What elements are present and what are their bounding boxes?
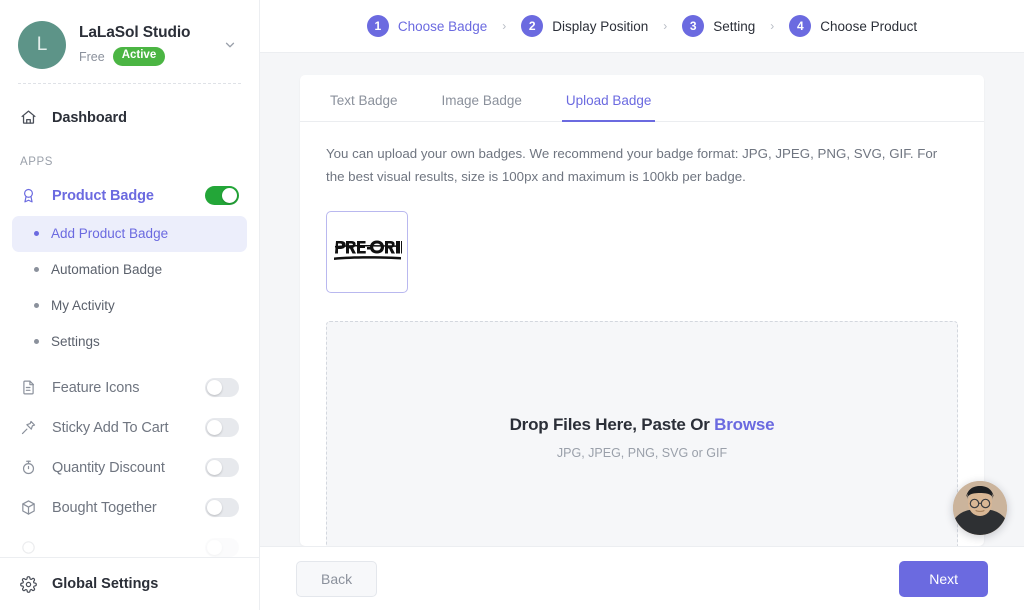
store-name: LaLaSol Studio	[79, 24, 191, 42]
home-icon	[20, 109, 46, 126]
step-separator-icon: ›	[502, 19, 507, 33]
bullet-icon	[34, 339, 39, 345]
step-label: Choose Product	[820, 18, 918, 34]
card-body: You can upload your own badges. We recom…	[300, 122, 984, 546]
dropzone-title-main: Drop Files Here, Paste Or	[509, 415, 710, 435]
sidebar-item-label: Sticky Add To Cart	[52, 419, 169, 436]
hidden-app-toggle[interactable]	[205, 538, 239, 558]
sidebar-nav: Dashboard APPS Product Badge Add Product…	[0, 84, 259, 558]
dropzone-subtitle: JPG, JPEG, PNG, SVG or GIF	[556, 446, 728, 461]
step-separator-icon: ›	[770, 19, 775, 33]
badge-tabs: Text Badge Image Badge Upload Badge	[300, 75, 984, 122]
sidebar-subitem-label: Settings	[51, 334, 100, 350]
sidebar-subitem-label: Automation Badge	[51, 262, 163, 278]
sidebar-item-label: Product Badge	[52, 187, 154, 204]
app-root: L LaLaSol Studio Free Active Dashboard A…	[0, 0, 1024, 610]
gear-icon	[20, 575, 46, 593]
document-icon	[20, 379, 46, 396]
step-number: 4	[789, 15, 812, 37]
badge-card: Text Badge Image Badge Upload Badge You …	[300, 75, 984, 546]
pin-icon	[20, 419, 46, 436]
app-icon	[20, 539, 46, 556]
tab-text-badge[interactable]: Text Badge	[326, 93, 402, 122]
badge-thumbnail-pre-order[interactable]	[326, 210, 408, 293]
store-meta: LaLaSol Studio Free Active	[79, 24, 219, 67]
sidebar-item-feature-icons[interactable]: Feature Icons	[12, 368, 247, 408]
sidebar-item-add-product-badge[interactable]: Add Product Badge	[12, 215, 247, 252]
sidebar-item-quantity-discount[interactable]: Quantity Discount	[12, 448, 247, 488]
sidebar-item-product-badge[interactable]: Product Badge	[12, 176, 247, 216]
store-plan-row: Free Active	[79, 47, 219, 67]
dropzone-title: Drop Files Here, Paste Or Browse	[510, 415, 775, 435]
sidebar-item-label	[52, 540, 205, 556]
content-area: Text Badge Image Badge Upload Badge You …	[260, 53, 1024, 546]
step-setting[interactable]: 3 Setting	[682, 15, 755, 37]
sidebar-item-dashboard[interactable]: Dashboard	[12, 98, 247, 138]
stopwatch-icon	[20, 459, 46, 476]
badge-award-icon	[20, 187, 46, 204]
sidebar-item-automation-badge[interactable]: Automation Badge	[12, 252, 247, 288]
bullet-icon	[34, 231, 39, 237]
store-avatar: L	[18, 21, 66, 70]
sidebar-section-apps: APPS	[20, 155, 54, 168]
plan-label: Free	[79, 49, 105, 64]
sidebar-item-label: Feature Icons	[52, 379, 140, 396]
sidebar-item-sticky-add-to-cart[interactable]: Sticky Add To Cart	[12, 408, 247, 448]
sidebar-item-my-activity[interactable]: My Activity	[12, 288, 247, 324]
steps-list: 1 Choose Badge › 2 Display Position › 3 …	[366, 15, 917, 37]
wizard-stepper: 1 Choose Badge › 2 Display Position › 3 …	[260, 0, 1024, 53]
step-choose-product[interactable]: 4 Choose Product	[789, 15, 917, 37]
step-label: Setting	[713, 18, 756, 34]
sidebar-item-bought-together[interactable]: Bought Together	[12, 488, 247, 528]
sticky-add-to-cart-toggle[interactable]	[205, 418, 239, 438]
support-agent-avatar-icon	[953, 481, 1007, 535]
tab-image-badge[interactable]: Image Badge	[438, 93, 526, 122]
step-choose-badge[interactable]: 1 Choose Badge	[366, 15, 488, 37]
step-label: Display Position	[552, 18, 649, 34]
step-number: 3	[682, 15, 705, 37]
sidebar: L LaLaSol Studio Free Active Dashboard A…	[0, 0, 260, 610]
file-dropzone[interactable]: Drop Files Here, Paste Or Browse JPG, JP…	[326, 320, 958, 546]
sidebar-item-label: Dashboard	[52, 109, 127, 126]
product-badge-toggle[interactable]	[205, 186, 239, 206]
sidebar-subitem-label: Add Product Badge	[51, 226, 169, 242]
bought-together-toggle[interactable]	[205, 498, 239, 518]
wizard-footer: Back Next	[260, 546, 1024, 610]
tab-upload-badge[interactable]: Upload Badge	[561, 93, 656, 122]
pre-order-badge-art	[334, 240, 402, 260]
sidebar-subitem-label: My Activity	[51, 298, 115, 314]
sidebar-item-label: Quantity Discount	[52, 459, 165, 476]
step-display-position[interactable]: 2 Display Position	[521, 15, 648, 37]
step-number: 1	[366, 15, 389, 37]
bullet-icon	[34, 267, 39, 273]
quantity-discount-toggle[interactable]	[205, 458, 239, 478]
main-content: 1 Choose Badge › 2 Display Position › 3 …	[260, 0, 1024, 610]
bullet-icon	[34, 303, 39, 309]
sidebar-item-partially-hidden[interactable]	[12, 528, 247, 558]
browse-link[interactable]: Browse	[714, 415, 774, 434]
step-separator-icon: ›	[663, 19, 668, 33]
badge-list	[326, 210, 958, 293]
package-icon	[20, 499, 46, 516]
step-number: 2	[521, 15, 544, 37]
chevron-down-icon[interactable]	[219, 38, 241, 52]
store-switcher[interactable]: L LaLaSol Studio Free Active	[0, 0, 259, 75]
sidebar-item-global-settings[interactable]: Global Settings	[0, 557, 259, 610]
status-badge: Active	[112, 47, 166, 67]
sidebar-footer-label: Global Settings	[52, 576, 159, 593]
sidebar-item-settings[interactable]: Settings	[12, 324, 247, 360]
next-button[interactable]: Next	[899, 560, 988, 597]
sidebar-item-label: Bought Together	[52, 499, 157, 516]
back-button[interactable]: Back	[296, 560, 378, 597]
upload-description: You can upload your own badges. We recom…	[326, 146, 938, 185]
feature-icons-toggle[interactable]	[205, 378, 239, 398]
step-label: Choose Badge	[397, 18, 488, 34]
support-chat-avatar[interactable]	[953, 481, 1007, 535]
